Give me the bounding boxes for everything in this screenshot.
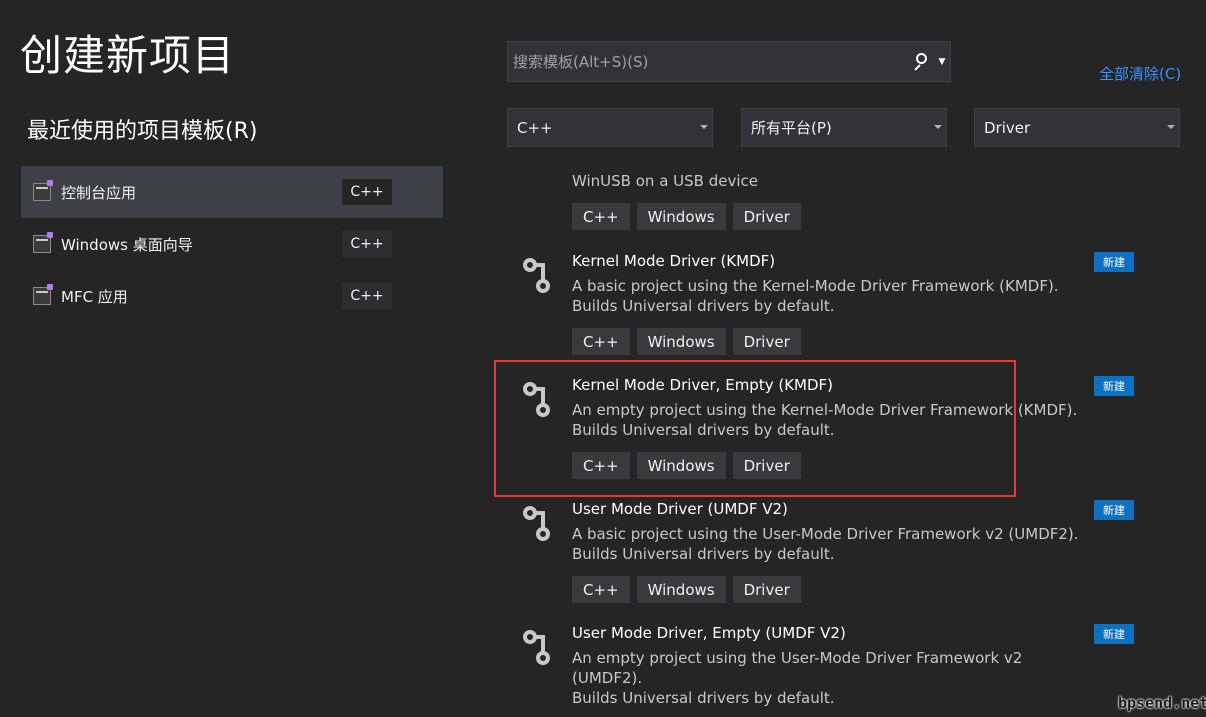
template-list: WinUSB on a USB device C++ Windows Drive… [505, 152, 1155, 717]
template-desc: WinUSB on a USB device [572, 172, 758, 190]
watermark: bpsend.net [1118, 694, 1206, 712]
recent-templates-title: 最近使用的项目模板(R) [27, 119, 258, 144]
mfc-app-icon [33, 284, 53, 305]
new-badge: 新建 [1094, 376, 1134, 396]
tag: C++ [572, 203, 630, 230]
tag: C++ [572, 452, 630, 479]
new-badge: 新建 [1094, 500, 1134, 520]
tag: Driver [732, 576, 801, 603]
language-tag: C++ [342, 283, 392, 309]
search-input[interactable] [508, 52, 910, 71]
tag: Driver [732, 328, 801, 355]
recent-templates-list: 控制台应用 C++ Windows 桌面向导 C++ MFC 应用 C++ [21, 166, 443, 322]
recent-item-mfc-app[interactable]: MFC 应用 C++ [21, 270, 443, 322]
tag: Windows [636, 328, 726, 355]
clear-all-link[interactable]: 全部清除(C) [1099, 63, 1181, 84]
search-icon[interactable] [910, 51, 932, 73]
tag: C++ [572, 576, 630, 603]
tag: Driver [732, 452, 801, 479]
driver-icon [523, 382, 550, 417]
new-badge: 新建 [1094, 252, 1134, 272]
template-desc: An empty project using the Kernel-Mode D… [572, 401, 1078, 439]
driver-icon [523, 258, 550, 293]
console-app-icon [33, 180, 53, 201]
chevron-down-icon [934, 125, 942, 129]
tag: Windows [636, 452, 726, 479]
language-filter-dropdown[interactable]: C++ [507, 108, 713, 147]
language-tag: C++ [342, 231, 392, 257]
driver-icon [523, 506, 550, 541]
windows-desktop-icon [33, 232, 53, 253]
template-name: User Mode Driver (UMDF V2) [572, 500, 788, 518]
language-filter-value: C++ [517, 118, 553, 137]
template-tags: C++ Windows Driver [572, 576, 801, 603]
template-tags: C++ Windows Driver [572, 452, 801, 479]
project-type-filter-dropdown[interactable]: Driver [974, 108, 1180, 147]
platform-filter-value: 所有平台(P) [751, 119, 832, 137]
new-badge: 新建 [1094, 624, 1134, 644]
search-box: ▼ [507, 41, 951, 82]
template-desc: An empty project using the User-Mode Dri… [572, 649, 1023, 707]
template-tags: C++ Windows Driver [572, 203, 801, 230]
template-name: User Mode Driver, Empty (UMDF V2) [572, 624, 846, 642]
language-tag: C++ [342, 179, 392, 205]
template-item-kmdf[interactable]: Kernel Mode Driver (KMDF) A basic projec… [505, 252, 1155, 376]
template-item-umdf-empty[interactable]: User Mode Driver, Empty (UMDF V2) An emp… [505, 624, 1155, 717]
tag: C++ [572, 328, 630, 355]
template-item-umdf[interactable]: User Mode Driver (UMDF V2) A basic proje… [505, 500, 1155, 624]
template-name: Kernel Mode Driver, Empty (KMDF) [572, 376, 834, 394]
tag: Windows [636, 203, 726, 230]
project-type-filter-value: Driver [984, 118, 1031, 137]
tag: Windows [636, 576, 726, 603]
template-desc: A basic project using the Kernel-Mode Dr… [572, 277, 1059, 315]
chevron-down-icon [1167, 125, 1175, 129]
search-options-dropdown[interactable]: ▼ [936, 42, 948, 82]
recent-item-windows-desktop[interactable]: Windows 桌面向导 C++ [21, 218, 443, 270]
platform-filter-dropdown[interactable]: 所有平台(P) [741, 108, 947, 147]
recent-item-label: 控制台应用 [61, 183, 137, 202]
chevron-down-icon [700, 125, 708, 129]
template-tags: C++ Windows Driver [572, 328, 801, 355]
tag: Driver [732, 203, 801, 230]
page-title: 创建新项目 [20, 31, 236, 80]
recent-item-label: Windows 桌面向导 [61, 235, 193, 254]
template-desc: A basic project using the User-Mode Driv… [572, 525, 1079, 563]
template-item-kmdf-empty[interactable]: Kernel Mode Driver, Empty (KMDF) An empt… [505, 376, 1155, 500]
template-name: Kernel Mode Driver (KMDF) [572, 252, 776, 270]
recent-item-console-app[interactable]: 控制台应用 C++ [21, 166, 443, 218]
recent-item-label: MFC 应用 [61, 287, 128, 306]
driver-icon [523, 630, 550, 665]
